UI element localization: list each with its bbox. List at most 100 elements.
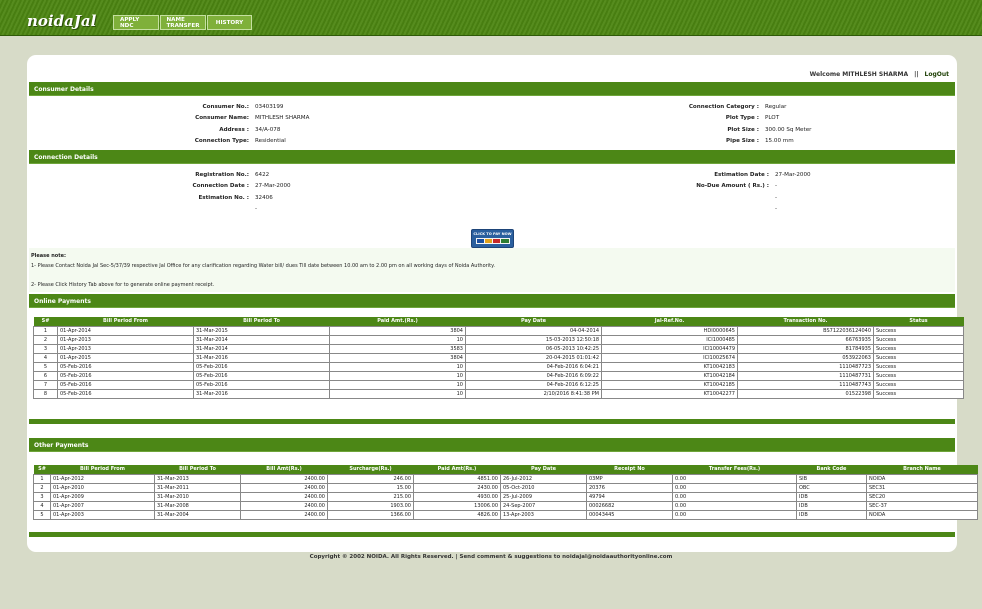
table-cell: 4851.00 <box>413 473 501 484</box>
column-header: Pay Date <box>465 317 602 326</box>
table-cell: 3 <box>33 343 58 354</box>
table-cell: 0.00 <box>672 482 797 493</box>
table-row: 4 01-Apr-2015 31-Mar-2016 3804 20-04-2015 01… <box>33 352 964 363</box>
table-cell: 04-Feb-2016 6:04:21 <box>465 361 602 372</box>
table-cell: 01-Apr-2013 <box>57 343 194 354</box>
note-line-2: 2- Please Click History Tab above for to… <box>31 282 215 288</box>
table-cell: 053922063 <box>737 352 874 363</box>
table-cell: 10 <box>329 334 466 345</box>
tab-name-transfer[interactable]: NAME TRANSFER <box>160 15 206 30</box>
table-cell: 15.00 <box>327 482 414 493</box>
table-row: 1 01-Apr-2014 31-Mar-2015 3804 04-04-2014 HDI… <box>33 325 964 336</box>
column-header: S# <box>33 317 58 326</box>
card-logos-icon <box>475 238 510 244</box>
table-cell: ICI10025674 <box>601 352 738 363</box>
other-payments-table: S# Bill Period From Bill Period To Bill Amt… <box>33 465 978 520</box>
pay-now-button[interactable]: CLICK TO PAY NOW <box>471 229 514 248</box>
column-header: Paid Amt.(Rs.) <box>329 317 466 326</box>
column-header: Bill Amt(Rs.) <box>240 465 328 474</box>
table-cell: 0.00 <box>672 473 797 484</box>
detail-value: 03403199 <box>255 104 284 110</box>
detail-label: Address : <box>219 126 249 133</box>
column-header: Pay Date <box>500 465 587 474</box>
detail-row: Connection Date : 27-Mar-2000 <box>145 181 291 192</box>
detail-row: Registration No.: 6422 <box>145 170 291 181</box>
main-panel: Welcome MITHLESH SHARMA || LogOut Consumer… <box>27 55 978 552</box>
detail-label: Estimation Date : <box>714 172 769 178</box>
column-header: Bill Period From <box>57 317 194 326</box>
table-cell: 81784935 <box>737 343 874 354</box>
online-table-footer <box>29 419 955 424</box>
top-nav: APPLY NDC NAME TRANSFER HISTORY <box>113 15 252 30</box>
table-cell: 01-Apr-2007 <box>50 500 155 511</box>
table-cell: 05-Feb-2016 <box>193 361 330 372</box>
noidajal-logo[interactable]: noidaJal <box>27 12 96 30</box>
table-cell: 31-Mar-2016 <box>193 388 330 399</box>
column-header: S# <box>33 465 51 474</box>
table-cell: IDB <box>796 500 867 511</box>
detail-value: Regular <box>765 104 787 110</box>
detail-label: Registration No.: <box>195 172 249 178</box>
table-row: 2 01-Apr-2013 31-Mar-2014 10 15-03-2013 12:5… <box>33 334 964 345</box>
table-cell: 10 <box>329 370 466 381</box>
table-cell: 1110487723 <box>737 361 874 372</box>
table-cell: 05-Feb-2016 <box>57 370 194 381</box>
table-row: 4 01-Apr-2007 31-Mar-2008 2400.00 1903.00 130… <box>33 500 978 511</box>
table-cell: 05-Oct-2010 <box>500 482 587 493</box>
table-cell: 10 <box>329 388 466 399</box>
table-cell: OBC <box>796 482 867 493</box>
detail-value: MITHLESH SHARMA <box>255 115 310 122</box>
table-cell: 31-Mar-2004 <box>154 509 241 520</box>
table-cell: 1903.00 <box>327 500 414 511</box>
table-cell: 2400.00 <box>240 509 328 520</box>
table-cell: KT10042277 <box>601 388 738 399</box>
table-cell: 1 <box>33 325 58 336</box>
table-cell: 4 <box>33 500 51 511</box>
table-cell: KT10042184 <box>601 370 738 381</box>
table-cell: 13006.00 <box>413 500 501 511</box>
detail-label <box>627 204 769 215</box>
table-cell: SEC20 <box>866 491 978 502</box>
table-cell: 66763935 <box>737 334 874 345</box>
table-cell: 2400.00 <box>240 482 328 493</box>
table-cell: 10 <box>329 379 466 390</box>
table-cell: 01-Apr-2009 <box>50 491 155 502</box>
logout-link[interactable]: LogOut <box>925 71 949 78</box>
table-cell: 05-Feb-2016 <box>193 379 330 390</box>
detail-label <box>145 204 249 215</box>
table-row: 5 01-Apr-2003 31-Mar-2004 2400.00 1366.00 482… <box>33 509 978 520</box>
table-cell: 2430.00 <box>413 482 501 493</box>
detail-value: 34/A-078 <box>255 126 281 133</box>
table-cell: Success <box>873 352 964 363</box>
detail-label: Connection Category : <box>688 104 759 110</box>
tab-apply-ndc[interactable]: APPLY NDC <box>113 15 159 30</box>
detail-label: No-Due Amount ( Rs.) : <box>696 183 769 190</box>
table-cell: 5 <box>33 361 58 372</box>
table-cell: KT10042183 <box>601 361 738 372</box>
table-cell: 01-Apr-2015 <box>57 352 194 363</box>
connection-details-header: Connection Details <box>29 150 955 164</box>
column-header: Branch Name <box>866 465 978 474</box>
table-cell: 25-Jul-2009 <box>500 491 587 502</box>
table-row: 6 05-Feb-2016 05-Feb-2016 10 04-Feb-2016 6:0… <box>33 370 964 381</box>
table-cell: 246.00 <box>327 473 414 484</box>
detail-value: 32406 <box>255 194 273 201</box>
table-cell: Success <box>873 388 964 399</box>
table-cell: SIB <box>796 473 867 484</box>
table-cell: 3804 <box>329 352 466 363</box>
detail-row: No-Due Amount ( Rs.) :- <box>627 181 811 192</box>
other-table-footer <box>29 532 955 537</box>
table-cell: 20-04-2015 01:01:42 <box>465 352 602 363</box>
table-cell: 01-Apr-2010 <box>50 482 155 493</box>
tab-history[interactable]: HISTORY <box>207 15 252 30</box>
detail-value: 300.00 Sq Meter <box>765 126 812 133</box>
table-cell: 4930.00 <box>413 491 501 502</box>
table-cell: 2 <box>33 482 51 493</box>
table-cell: Success <box>873 343 964 354</box>
table-cell: 2 <box>33 334 58 345</box>
table-cell: 05-Feb-2016 <box>193 370 330 381</box>
note-title: Please note: <box>31 253 67 259</box>
table-row: 3 01-Apr-2013 31-Mar-2014 3583 06-05-2013 10… <box>33 343 964 354</box>
table-cell: 4826.00 <box>413 509 501 520</box>
table-cell: SEC31 <box>866 482 978 493</box>
